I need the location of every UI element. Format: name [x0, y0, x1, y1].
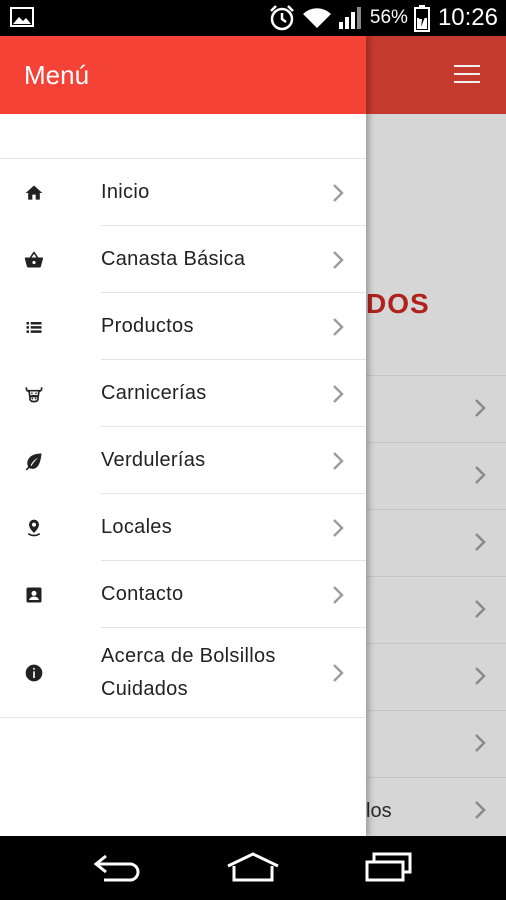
menu-item-label: Verdulerías [101, 449, 206, 471]
chevron-right-icon [333, 664, 344, 682]
list-icon [26, 321, 42, 333]
menu-item-acerca-de[interactable]: Acerca de Bolsillos Cuidados [0, 628, 366, 718]
location-pin-icon [27, 519, 41, 536]
wifi-icon [302, 8, 331, 28]
clock: 10:26 [437, 4, 498, 31]
chevron-right-icon [475, 533, 486, 551]
menu-item-label: Acerca de Bolsillos Cuidados [101, 645, 276, 700]
home-icon [25, 185, 43, 200]
chevron-right-icon [333, 317, 344, 336]
navigation-drawer: Menú Inicio Canasta Básica Productos Car… [0, 36, 366, 836]
status-bar: 56% 10:26 [0, 0, 506, 36]
list-item[interactable] [366, 375, 506, 442]
chevron-right-icon [475, 667, 486, 685]
chevron-right-icon [333, 250, 344, 269]
navigation-bar [0, 836, 506, 900]
chevron-right-icon [475, 399, 486, 417]
list-item[interactable] [366, 509, 506, 576]
menu-item-carnicerias[interactable]: Carnicerías [0, 360, 366, 427]
list-item[interactable]: los [366, 777, 506, 836]
menu-item-label: Productos [101, 315, 194, 337]
menu-item-label: Locales [101, 516, 173, 538]
drawer-title: Menú [24, 59, 90, 90]
chevron-right-icon [333, 183, 344, 202]
signal-icon [338, 7, 361, 29]
menu-item-inicio[interactable]: Inicio [0, 159, 366, 226]
menu-item-label: Inicio [101, 181, 150, 203]
info-icon [25, 664, 43, 682]
chevron-right-icon [333, 384, 344, 403]
chevron-right-icon [333, 451, 344, 470]
hamburger-menu-icon[interactable] [454, 65, 480, 85]
chevron-right-icon [333, 518, 344, 537]
cow-icon [25, 386, 43, 402]
list-item[interactable] [366, 710, 506, 777]
back-icon[interactable] [92, 852, 142, 882]
chevron-right-icon [475, 734, 486, 752]
drawer-header: Menú [0, 36, 366, 114]
chevron-right-icon [333, 585, 344, 604]
menu-item-verdulerias[interactable]: Verdulerías [0, 427, 366, 494]
list-item[interactable] [366, 576, 506, 643]
list-item[interactable] [366, 643, 506, 710]
alarm-icon [270, 5, 294, 31]
battery-charging-icon [413, 5, 430, 32]
chevron-right-icon [475, 466, 486, 484]
chevron-right-icon [475, 600, 486, 618]
menu-item-label: Canasta Básica [101, 248, 246, 270]
list-item[interactable] [366, 442, 506, 509]
basket-icon [24, 251, 43, 267]
page-heading: DOS [366, 288, 430, 319]
home-nav-icon[interactable] [226, 852, 280, 882]
menu-item-productos[interactable]: Productos [0, 293, 366, 360]
battery-percent: 56% [369, 7, 408, 28]
menu-item-locales[interactable]: Locales [0, 494, 366, 561]
chevron-right-icon [475, 801, 486, 819]
image-icon [10, 7, 34, 27]
menu-item-canasta-basica[interactable]: Canasta Básica [0, 226, 366, 293]
drawer-spacer [0, 114, 366, 159]
menu-item-label: Carnicerías [101, 382, 207, 404]
recents-icon[interactable] [364, 852, 414, 882]
contact-icon [26, 587, 42, 602]
menu-item-contacto[interactable]: Contacto [0, 561, 366, 628]
leaf-icon [25, 453, 42, 470]
menu-item-label: Contacto [101, 583, 184, 605]
